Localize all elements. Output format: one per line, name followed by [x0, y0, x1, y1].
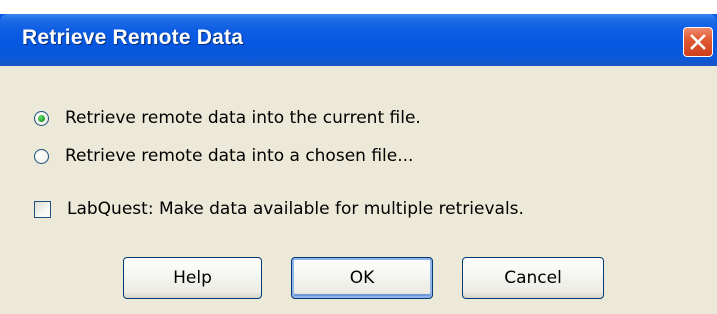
radio-chosen-file[interactable]	[34, 148, 49, 164]
radio-current-file-label: Retrieve remote data into the current fi…	[65, 108, 421, 128]
radio-option-chosen-file[interactable]: Retrieve remote data into a chosen file.…	[34, 143, 413, 169]
close-button[interactable]	[683, 27, 713, 57]
radio-option-current-file[interactable]: Retrieve remote data into the current fi…	[34, 105, 421, 131]
retrieve-remote-data-dialog: Retrieve Remote Data Retrieve remote dat…	[0, 0, 717, 314]
title-bar-corner	[0, 0, 717, 14]
title-bar[interactable]: Retrieve Remote Data	[0, 0, 717, 66]
ok-button[interactable]: OK	[291, 257, 433, 299]
labquest-checkbox-label: LabQuest: Make data available for multip…	[67, 199, 524, 219]
radio-chosen-file-label: Retrieve remote data into a chosen file.…	[65, 146, 414, 166]
checkbox-option-labquest[interactable]: LabQuest: Make data available for multip…	[34, 196, 524, 222]
close-icon	[690, 34, 706, 50]
cancel-button[interactable]: Cancel	[462, 257, 604, 299]
radio-current-file[interactable]	[34, 110, 49, 126]
labquest-checkbox[interactable]	[34, 200, 51, 218]
window-title: Retrieve Remote Data	[22, 26, 244, 49]
radio-selected-dot	[38, 114, 45, 122]
help-button[interactable]: Help	[123, 257, 262, 299]
